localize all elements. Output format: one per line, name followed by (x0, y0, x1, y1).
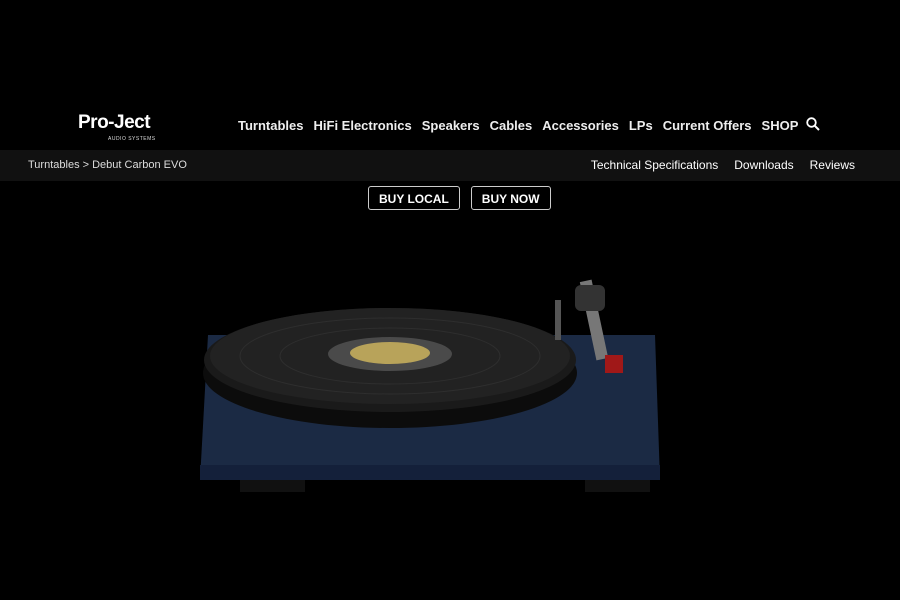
logo[interactable]: Pro-Ject AUDIO SYSTEMS (78, 112, 168, 146)
tab-technical-specifications[interactable]: Technical Specifications (591, 158, 718, 172)
nav-hifi-electronics[interactable]: HiFi Electronics (314, 118, 412, 133)
nav-turntables[interactable]: Turntables (238, 118, 304, 133)
logo-text: Pro-Ject (78, 112, 151, 133)
tab-downloads[interactable]: Downloads (734, 158, 793, 172)
nav-accessories[interactable]: Accessories (542, 118, 619, 133)
search-icon[interactable] (806, 117, 820, 131)
turntable-image (200, 279, 660, 492)
purchase-buttons: BUY LOCAL BUY NOW (368, 186, 551, 210)
main-nav: Turntables HiFi Electronics Speakers Cab… (238, 118, 798, 133)
sub-navigation-bar: Turntables > Debut Carbon EVO Technical … (0, 150, 900, 181)
site-header: Pro-Ject AUDIO SYSTEMS Turntables HiFi E… (0, 108, 900, 150)
logo-tagline: AUDIO SYSTEMS (108, 136, 156, 142)
nav-shop[interactable]: SHOP (762, 118, 799, 133)
nav-speakers[interactable]: Speakers (422, 118, 480, 133)
nav-cables[interactable]: Cables (490, 118, 533, 133)
nav-current-offers[interactable]: Current Offers (663, 118, 752, 133)
buy-local-button[interactable]: BUY LOCAL (368, 186, 460, 210)
nav-lps[interactable]: LPs (629, 118, 653, 133)
breadcrumb[interactable]: Turntables > Debut Carbon EVO (28, 159, 187, 171)
buy-now-button[interactable]: BUY NOW (470, 186, 551, 210)
tab-reviews[interactable]: Reviews (810, 158, 855, 172)
product-subnav: Technical Specifications Downloads Revie… (591, 158, 855, 172)
